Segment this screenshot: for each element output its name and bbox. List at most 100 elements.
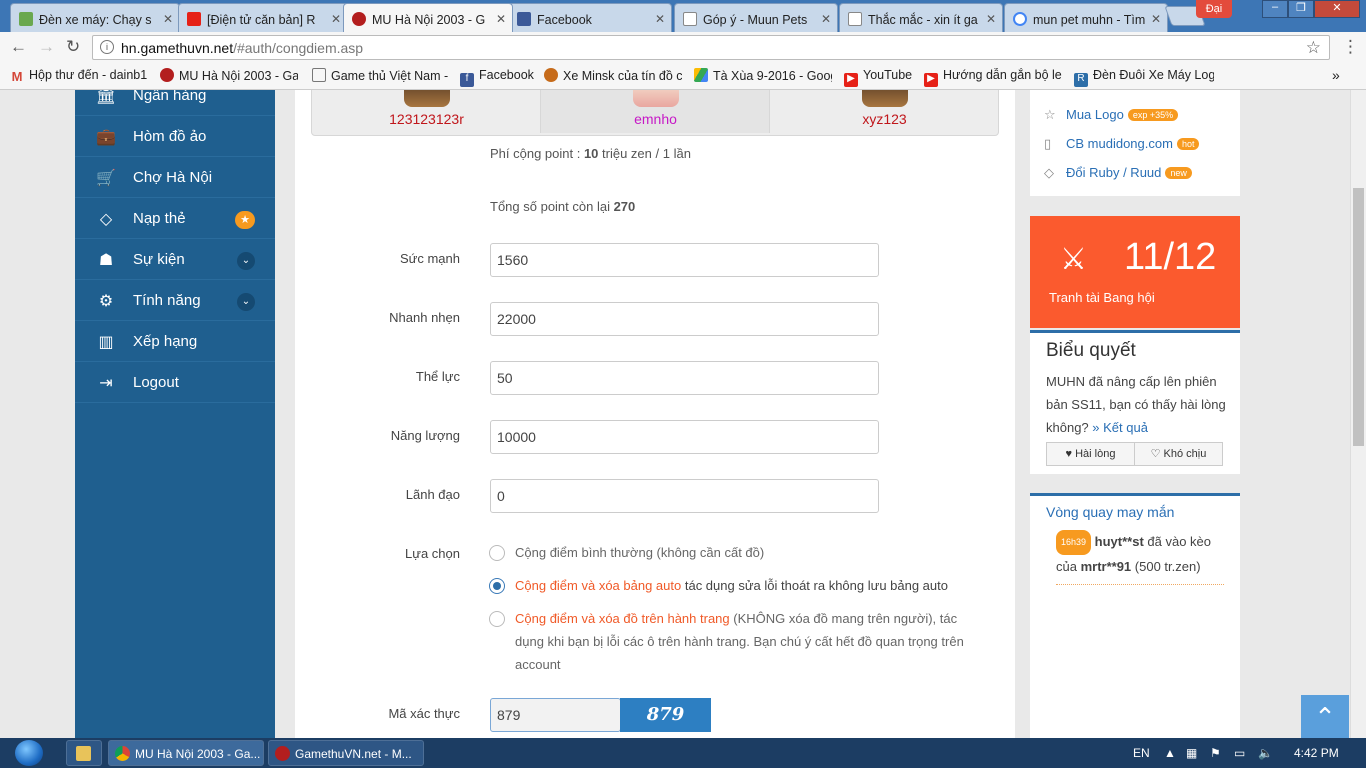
cart-icon: 🛒: [96, 170, 116, 187]
option-clear-inventory-label[interactable]: Cộng điểm và xóa đồ trên hành trang (KHÔ…: [515, 607, 985, 676]
android-icon: ☗: [98, 252, 114, 269]
chevron-down-icon[interactable]: ⌄: [237, 293, 255, 311]
browser-tab[interactable]: Facebook ✕: [508, 3, 672, 32]
volume-icon[interactable]: 🔈: [1258, 746, 1273, 760]
maximize-button[interactable]: ❐: [1288, 0, 1314, 18]
taskbar-explorer[interactable]: [66, 740, 102, 766]
browser-tab[interactable]: mun pet muhn - Tìm ✕: [1004, 3, 1168, 32]
character-card[interactable]: emnho: [541, 90, 770, 133]
page-icon: [848, 12, 862, 26]
youtube-icon: ▶: [844, 73, 858, 87]
option-clear-auto-radio[interactable]: [489, 578, 505, 594]
page-scrollbar[interactable]: [1350, 90, 1366, 738]
language-indicator[interactable]: EN: [1133, 746, 1150, 760]
agility-input[interactable]: [490, 302, 879, 336]
scroll-to-top-button[interactable]: ⌃: [1301, 695, 1349, 738]
poll-satisfied-button[interactable]: ♥ Hài lòng: [1046, 442, 1135, 466]
vitality-input[interactable]: [490, 361, 879, 395]
close-tab-icon[interactable]: ✕: [1151, 12, 1161, 26]
guild-contest-card[interactable]: ⚔ 11/12 Tranh tài Bang hội: [1030, 216, 1240, 328]
sidebar-item-ranking[interactable]: ▥ Xếp hạng: [75, 322, 275, 362]
wheel-title[interactable]: Vòng quay may mắn: [1046, 504, 1174, 520]
close-tab-icon[interactable]: ✕: [496, 12, 506, 26]
strength-input[interactable]: [490, 243, 879, 277]
taskbar-item[interactable]: GamethuVN.net - M...: [268, 740, 424, 766]
page-icon: [312, 68, 326, 82]
logout-icon: ⇥: [99, 375, 113, 392]
menu-icon[interactable]: ⋮: [1342, 37, 1359, 57]
poll-unsatisfied-button[interactable]: ♡ Khó chịu: [1134, 442, 1223, 466]
character-card[interactable]: 123123123r: [312, 90, 541, 133]
reload-icon[interactable]: ↻: [66, 37, 80, 57]
browser-tab[interactable]: Góp ý - Muun Pets ✕: [674, 3, 838, 32]
captcha-input[interactable]: [490, 698, 621, 732]
url-input[interactable]: i hn.gamethuvn.net/#auth/congdiem.asp ☆: [92, 35, 1330, 60]
start-button[interactable]: [2, 738, 56, 768]
info-icon[interactable]: i: [100, 40, 114, 54]
star-outline-icon: ☆: [1044, 107, 1056, 122]
close-tab-icon[interactable]: ✕: [163, 12, 173, 26]
browser-tab[interactable]: [Điện tử căn bản] R ✕: [178, 3, 348, 32]
mobile-link[interactable]: ▯ CB mudidong.com hot: [1044, 136, 1200, 152]
sidebar-item-topup[interactable]: ◇ Nạp thẻ ★: [75, 199, 275, 239]
energy-label: Năng lượng: [390, 428, 460, 443]
mobile-icon: ▯: [1044, 136, 1052, 151]
sidebar-item-features[interactable]: ⚙ Tính năng ⌄: [75, 281, 275, 321]
close-tab-icon[interactable]: ✕: [331, 12, 341, 26]
bookmark-item[interactable]: R Đèn Đuôi Xe Máy Log: [1074, 68, 1214, 87]
sidebar: 🏛 Ngân hàng 💼 Hòm đồ ảo 🛒 Chợ Hà Nội ◇ Nạp t…: [75, 90, 275, 738]
exchange-ruby-link[interactable]: ◇ Đổi Ruby / Ruud new: [1044, 165, 1192, 181]
option-clear-inventory-radio[interactable]: [489, 611, 505, 627]
chevron-down-icon[interactable]: ⌄: [237, 252, 255, 270]
option-normal-radio[interactable]: [489, 545, 505, 561]
character-avatar: [404, 90, 450, 107]
minimize-button[interactable]: –: [1262, 0, 1288, 18]
network-icon[interactable]: ▦: [1186, 746, 1197, 760]
close-tab-icon[interactable]: ✕: [821, 12, 831, 26]
bookmark-item[interactable]: MU Hà Nội 2003 - Ga: [160, 68, 298, 83]
character-card[interactable]: xyz123: [770, 90, 999, 133]
sidebar-item-virtual-chest[interactable]: 💼 Hòm đồ ảo: [75, 117, 275, 157]
remaining-points: Tổng số point còn lại 270: [490, 199, 636, 214]
option-normal-label[interactable]: Cộng điểm bình thường (không cần cất đồ): [515, 541, 985, 564]
bookmark-item[interactable]: ▶ YouTube: [844, 68, 916, 87]
clock[interactable]: 4:42 PM: [1294, 746, 1339, 760]
back-icon[interactable]: ←: [10, 37, 27, 57]
sidebar-item-bank[interactable]: 🏛 Ngân hàng: [75, 90, 275, 116]
buy-logo-link[interactable]: ☆ Mua Logo exp +35%: [1044, 107, 1179, 123]
bank-icon: 🏛: [95, 90, 117, 105]
energy-input[interactable]: [490, 420, 879, 454]
sidebar-item-market[interactable]: 🛒 Chợ Hà Nội: [75, 158, 275, 198]
fee-info: Phí cộng point : 10 triệu zen / 1 lần: [490, 146, 691, 161]
sidebar-item-events[interactable]: ☗ Sự kiện ⌄: [75, 240, 275, 280]
browser-tab[interactable]: Đèn xe máy: Chạy s ✕: [10, 3, 180, 32]
bookmark-item[interactable]: Xe Minsk của tín đồ c: [544, 68, 682, 83]
monitor-icon[interactable]: ▭: [1234, 746, 1245, 760]
profile-button[interactable]: Đại: [1196, 0, 1232, 18]
bookmark-item[interactable]: Game thủ Việt Nam -: [312, 68, 450, 83]
bookmark-item[interactable]: f Facebook: [460, 68, 536, 87]
sidebar-item-logout[interactable]: ⇥ Logout: [75, 363, 275, 403]
close-tab-icon[interactable]: ✕: [986, 12, 996, 26]
bookmark-item[interactable]: M Hộp thư đến - dainb1: [10, 68, 150, 83]
bookmark-star-icon[interactable]: ☆: [1306, 38, 1321, 58]
command-input[interactable]: [490, 479, 879, 513]
close-window-button[interactable]: ✕: [1314, 0, 1360, 18]
scrollbar-thumb[interactable]: [1353, 188, 1364, 446]
bookmark-item[interactable]: Tà Xùa 9-2016 - Goog: [694, 68, 832, 83]
taskbar-item[interactable]: MU Hà Nội 2003 - Ga...: [108, 740, 264, 766]
forward-icon[interactable]: →: [38, 37, 55, 57]
browser-tab[interactable]: Thắc mắc - xin ít ga ✕: [839, 3, 1003, 32]
tray-arrow-icon[interactable]: ▲: [1164, 746, 1176, 760]
bookmark-item[interactable]: ▶ Hướng dẫn gắn bộ lei: [924, 68, 1062, 87]
captcha-label: Mã xác thực: [388, 706, 460, 721]
site-icon: R: [1074, 73, 1088, 87]
option-clear-auto-label[interactable]: Cộng điểm và xóa bảng auto tác dụng sửa …: [515, 574, 985, 597]
browser-tab-active[interactable]: MU Hà Nội 2003 - G ✕: [343, 3, 513, 32]
poll-result-link[interactable]: » Kết quả: [1092, 420, 1148, 435]
more-bookmarks-icon[interactable]: »: [1332, 67, 1340, 83]
captcha-image[interactable]: 879: [620, 698, 711, 732]
vitality-label: Thể lực: [415, 369, 460, 384]
flag-icon[interactable]: ⚑: [1210, 746, 1221, 760]
close-tab-icon[interactable]: ✕: [655, 12, 665, 26]
